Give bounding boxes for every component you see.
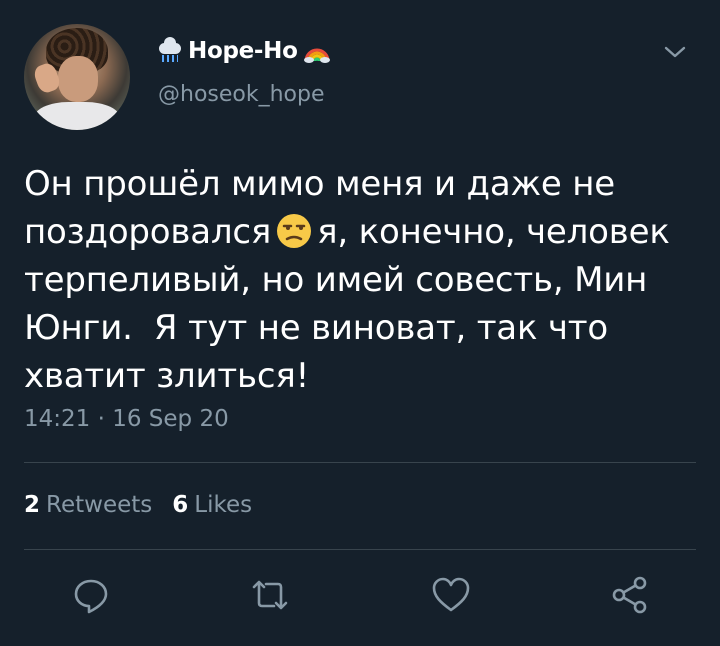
- tweet-time: 14:21: [24, 406, 91, 432]
- divider: [24, 549, 696, 550]
- user-handle[interactable]: @hoseok_hope: [158, 82, 325, 107]
- timestamp-separator: ·: [97, 406, 105, 432]
- display-name[interactable]: Hope-Ho: [188, 38, 298, 64]
- rainbow-emoji-icon: [303, 39, 330, 63]
- divider: [24, 462, 696, 463]
- retweets-stat[interactable]: 2 Retweets: [24, 492, 152, 518]
- likes-label: Likes: [194, 492, 253, 518]
- tweet-line-part: я, конечно, человек: [317, 212, 670, 252]
- share-icon[interactable]: [607, 572, 653, 618]
- tweet-line: поздоровался я, конечно, человек: [24, 208, 694, 256]
- tweet-date: 16 Sep 20: [112, 406, 229, 432]
- tweet-stats: 2 Retweets 6 Likes: [24, 492, 252, 518]
- avatar[interactable]: [24, 24, 130, 130]
- likes-count: 6: [172, 492, 189, 518]
- reply-icon[interactable]: [68, 572, 114, 618]
- tweet-line: хватит злиться!: [24, 356, 310, 396]
- retweet-icon[interactable]: [247, 572, 293, 618]
- action-bar: [0, 572, 720, 622]
- display-name-row[interactable]: Hope-Ho: [158, 37, 330, 64]
- tweet-line: терпеливый, но имей совесть, Мин: [24, 260, 648, 300]
- tweet-header: Hope-Ho @hoseok_hope: [24, 24, 704, 134]
- tweet-line: Юнги. Я тут не виноват, так что: [24, 308, 608, 348]
- heart-icon[interactable]: [428, 572, 474, 618]
- retweets-label: Retweets: [46, 492, 153, 518]
- likes-stat[interactable]: 6 Likes: [172, 492, 252, 518]
- retweets-count: 2: [24, 492, 41, 518]
- cloud-rain-emoji-icon: [158, 37, 182, 63]
- chevron-down-icon[interactable]: [662, 42, 688, 62]
- tweet-line-part: поздоровался: [24, 212, 272, 252]
- tweet-text: Он прошёл мимо меня и даже не поздоровал…: [24, 160, 694, 400]
- unamused-face-emoji-icon: [275, 212, 313, 250]
- tweet-timestamp[interactable]: 14:21 · 16 Sep 20: [24, 406, 229, 432]
- tweet-line: Он прошёл мимо меня и даже не: [24, 164, 615, 204]
